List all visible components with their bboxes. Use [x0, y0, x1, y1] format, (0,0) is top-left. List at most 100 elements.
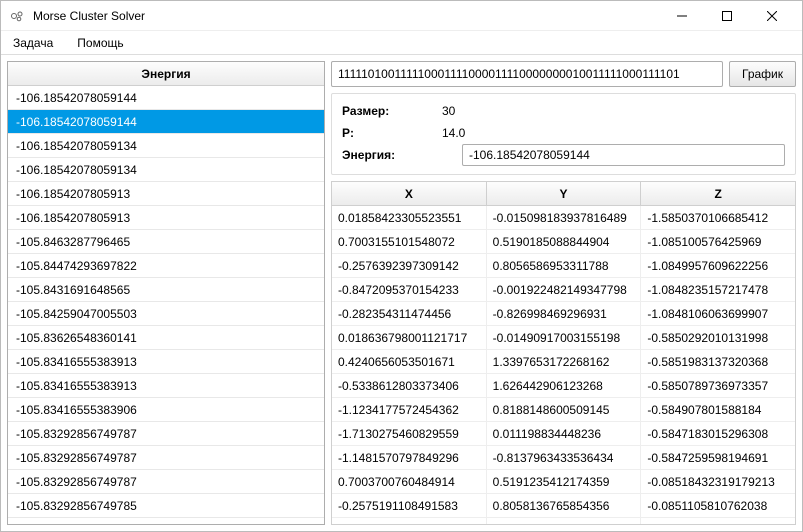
cell-z: -0.5850789736973357 [641, 374, 795, 397]
info-block: Размер: 30 P: 14.0 Энергия: [331, 93, 796, 175]
cell-y: 0.5190185088844904 [487, 230, 642, 253]
cell-x: 0.01858423305523551 [332, 206, 487, 229]
bits-input[interactable] [331, 61, 723, 87]
energy-item[interactable]: -105.83416555383913 [8, 350, 324, 374]
cell-x: -0.8472095370154233 [332, 278, 487, 301]
cell-x: -1.1234177572454362 [332, 398, 487, 421]
table-row[interactable]: -0.25751911084915830.8058136765854356-0.… [332, 494, 795, 518]
energy-item[interactable]: -106.18542078059134 [8, 134, 324, 158]
table-row[interactable]: 0.70037007604849140.5191235412174359-0.0… [332, 470, 795, 494]
energy-item[interactable]: -105.83292856749787 [8, 422, 324, 446]
table-row[interactable]: -0.25763923973091420.8056586953311788-1.… [332, 254, 795, 278]
table-row[interactable]: 0.01858423305523551-0.015098183937816489… [332, 206, 795, 230]
table-row[interactable]: -0.8472095370154233-0.001922482149347798… [332, 278, 795, 302]
coord-table: X Y Z 0.01858423305523551-0.015098183937… [331, 181, 796, 525]
titlebar: Morse Cluster Solver [1, 1, 802, 31]
cell-z: -0.5850292010131998 [641, 326, 795, 349]
cell-z: -0.0851882300572428 [641, 518, 795, 524]
table-row[interactable]: -0.282354311474456-0.826998469296931-1.0… [332, 302, 795, 326]
energy-item[interactable]: -105.83292856749787 [8, 446, 324, 470]
content: Энергия -106.18542078059144-106.18542078… [1, 55, 802, 531]
cell-z: -1.085100576425969 [641, 230, 795, 253]
energy-item[interactable]: -105.83416555383906 [8, 398, 324, 422]
cell-x: -1.1481570797849296 [332, 446, 487, 469]
cell-z: -1.0848235157217478 [641, 278, 795, 301]
table-row[interactable]: -1.12341775724543620.8188148600509145-0.… [332, 398, 795, 422]
cell-x: 0.7003700760484914 [332, 470, 487, 493]
energy-item[interactable]: -106.18542078059144 [8, 86, 324, 110]
energy-item[interactable]: -105.83416555383913 [8, 374, 324, 398]
p-label: P: [342, 126, 442, 140]
cell-x: -0.2576392397309142 [332, 254, 487, 277]
cell-y: 1.626442906123268 [487, 374, 642, 397]
cell-x: 0.018636798001121717 [332, 326, 487, 349]
cell-y: -0.0016812312034797812 [487, 518, 642, 524]
cell-x: -0.5338612803373406 [332, 374, 487, 397]
energy-item[interactable]: -105.83292856749777 [8, 518, 324, 524]
coord-header: X Y Z [332, 182, 795, 206]
cell-x: 0.4240656053501671 [332, 350, 487, 373]
energy-item[interactable]: -105.83626548360141 [8, 326, 324, 350]
col-y[interactable]: Y [487, 182, 642, 205]
energy-item[interactable]: -105.83292856749787 [8, 470, 324, 494]
size-label: Размер: [342, 104, 442, 118]
cell-y: -0.015098183937816489 [487, 206, 642, 229]
cell-z: -1.5850370106685412 [641, 206, 795, 229]
energy-item[interactable]: -106.1854207805913 [8, 182, 324, 206]
close-button[interactable] [749, 1, 794, 31]
table-row[interactable]: 0.42406560535016711.3397653172268162-0.5… [332, 350, 795, 374]
p-value: 14.0 [442, 126, 465, 140]
table-row[interactable]: -0.53386128033734061.626442906123268-0.5… [332, 374, 795, 398]
table-row[interactable]: -1.71302754608295590.011198834448236-0.5… [332, 422, 795, 446]
energy-item[interactable]: -105.84259047005503 [8, 302, 324, 326]
energy-item[interactable]: -105.84474293697822 [8, 254, 324, 278]
cell-z: -0.5847259598194691 [641, 446, 795, 469]
cell-x: -0.282354311474456 [332, 302, 487, 325]
cell-z: -0.5847183015296308 [641, 422, 795, 445]
cell-y: 0.8188148600509145 [487, 398, 642, 421]
minimize-button[interactable] [659, 1, 704, 31]
energy-header: Энергия [8, 62, 324, 86]
table-row[interactable]: 0.018636798001121717-0.01490917003155198… [332, 326, 795, 350]
col-z[interactable]: Z [641, 182, 795, 205]
cell-x: -0.2575191108491583 [332, 494, 487, 517]
menubar: Задача Помощь [1, 31, 802, 55]
energy-item[interactable]: -106.1854207805913 [8, 206, 324, 230]
cell-z: -1.0848106063699907 [641, 302, 795, 325]
cell-y: 0.8058136765854356 [487, 494, 642, 517]
energy-panel: Энергия -106.18542078059144-106.18542078… [7, 61, 325, 525]
col-x[interactable]: X [332, 182, 487, 205]
top-row: График [331, 61, 796, 87]
energy-item[interactable]: -105.83292856749785 [8, 494, 324, 518]
cell-z: -0.5851983137320368 [641, 350, 795, 373]
cell-y: 0.011198834448236 [487, 422, 642, 445]
cell-y: 0.5191235412174359 [487, 470, 642, 493]
cell-z: -0.584907801588184 [641, 398, 795, 421]
energy-item[interactable]: -106.18542078059144 [8, 110, 324, 134]
energy-list[interactable]: -106.18542078059144-106.18542078059144-1… [8, 86, 324, 524]
cell-y: -0.8137963433536434 [487, 446, 642, 469]
app-icon [9, 8, 25, 24]
energy-item[interactable]: -105.8463287796465 [8, 230, 324, 254]
graph-button[interactable]: График [729, 61, 796, 87]
cell-z: -0.08518432319179213 [641, 470, 795, 493]
cell-y: -0.826998469296931 [487, 302, 642, 325]
cell-y: 0.8056586953311788 [487, 254, 642, 277]
energy-item[interactable]: -106.18542078059134 [8, 158, 324, 182]
window-title: Morse Cluster Solver [33, 9, 145, 23]
cell-x: -0.8470478059488528614 [332, 518, 487, 524]
energy-input[interactable] [462, 144, 785, 166]
table-row[interactable]: -1.1481570797849296-0.8137963433536434-0… [332, 446, 795, 470]
table-row[interactable]: -0.8470478059488528614-0.001681231203479… [332, 518, 795, 524]
size-value: 30 [442, 104, 455, 118]
menu-help[interactable]: Помощь [73, 34, 127, 52]
menu-task[interactable]: Задача [9, 34, 57, 52]
cell-y: -0.001922482149347798 [487, 278, 642, 301]
coord-body[interactable]: 0.01858423305523551-0.015098183937816489… [332, 206, 795, 524]
energy-item[interactable]: -105.8431691648565 [8, 278, 324, 302]
table-row[interactable]: 0.70031551015480720.5190185088844904-1.0… [332, 230, 795, 254]
maximize-button[interactable] [704, 1, 749, 31]
energy-label: Энергия: [342, 148, 442, 162]
cell-x: -1.7130275460829559 [332, 422, 487, 445]
cell-x: 0.7003155101548072 [332, 230, 487, 253]
